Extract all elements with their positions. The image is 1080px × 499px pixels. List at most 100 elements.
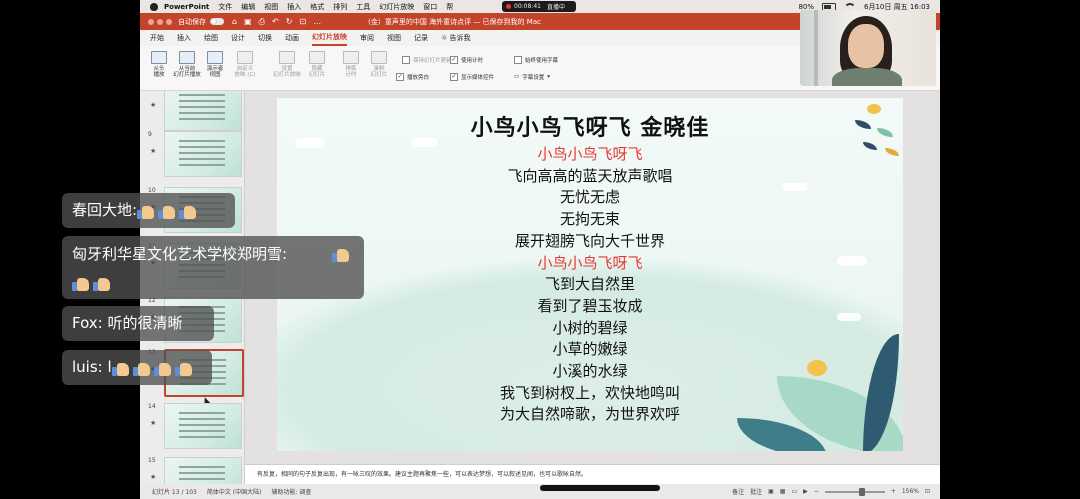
play-from-start-button[interactable]: 从头 播放 [144, 51, 174, 78]
thumbs-up-icon [153, 360, 172, 376]
tab-design[interactable]: 设计 [231, 31, 245, 45]
more-icon[interactable]: … [313, 17, 321, 26]
print-icon[interactable]: ⎙ [259, 17, 265, 27]
thumbnail-text-line [179, 94, 225, 96]
menu-app-name[interactable]: PowerPoint [164, 3, 209, 11]
slide-counter: 幻灯片 13 / 103 [152, 489, 197, 496]
menu-item[interactable]: 插入 [287, 2, 301, 12]
language-indicator[interactable]: 简体中文 (中国大陆) [207, 487, 262, 496]
record-icon [371, 51, 387, 64]
poem-line: 小树的碧绿 [552, 318, 628, 337]
custom-show-button[interactable]: 自定义 放映 (C) [230, 51, 260, 78]
normal-view-icon[interactable]: ▣ [768, 488, 774, 495]
tab-record[interactable]: 记录 [414, 31, 428, 45]
sorter-view-icon[interactable]: ▦ [780, 488, 786, 495]
reading-view-icon[interactable]: ▭ [791, 488, 797, 495]
chat-message: Fox: 听的很清晰 [62, 306, 214, 341]
zoom-level[interactable]: 156% [902, 488, 919, 495]
fit-window-icon[interactable]: ⊡ [925, 488, 930, 495]
menu-item[interactable]: 帮 [446, 2, 453, 12]
show-media-controls-checkbox[interactable]: ✓ 显示媒体控件 [450, 73, 494, 81]
setup-slideshow-button[interactable]: 设置 幻灯片放映 [272, 51, 302, 78]
recording-indicator[interactable]: 00:08:41 直播中 [502, 1, 576, 12]
menu-item[interactable]: 格式 [310, 2, 324, 12]
tab-home[interactable]: 开始 [150, 31, 164, 45]
rb-label: 排练 计时 [345, 66, 357, 78]
horizontal-scrollbar[interactable] [540, 485, 660, 491]
tab-insert[interactable]: 插入 [177, 31, 191, 45]
thumbnail-text-line [179, 118, 225, 120]
undo-icon[interactable]: ↶ [272, 17, 279, 26]
slideshow-icon[interactable]: ⊡ [299, 17, 306, 26]
play-narration-checkbox[interactable]: ✓ 播放旁白 [396, 73, 429, 81]
rb-label: 自定义 放映 (C) [234, 66, 256, 78]
zoom-in-icon[interactable]: + [891, 488, 896, 495]
tab-view[interactable]: 视图 [387, 31, 401, 45]
poem-line: 小草的嫩绿 [552, 340, 628, 359]
close-window-button[interactable] [148, 18, 154, 25]
slide-title: 小鸟小鸟飞呀飞 金晓佳 [470, 116, 710, 141]
chat-user: Fox: [72, 314, 103, 332]
menu-item[interactable]: 视图 [264, 2, 278, 12]
tab-animations[interactable]: 动画 [285, 31, 299, 45]
menu-item[interactable]: 排列 [333, 2, 347, 12]
autosave-toggle[interactable] [210, 18, 224, 25]
slide-thumbnail[interactable] [164, 131, 242, 177]
play-from-current-button[interactable]: 从当前 幻灯片播放 [172, 51, 202, 78]
rehearse-timings-button[interactable]: 排练 计时 [336, 51, 366, 78]
transition-star-icon: ★ [150, 419, 157, 427]
poem-line: 无拘无束 [559, 210, 620, 229]
save-icon[interactable]: ▣ [244, 17, 252, 26]
hide-slide-button[interactable]: 隐藏 幻灯片 [302, 51, 332, 78]
tab-slideshow[interactable]: 幻灯片放映 [312, 30, 347, 46]
slide-thumbnail[interactable] [164, 457, 242, 484]
slideshow-view-icon[interactable]: ▶ [803, 488, 808, 495]
comments-button[interactable]: 批注 [750, 487, 762, 496]
tab-tell-me[interactable]: ☼ 告诉我 [441, 31, 471, 45]
subtitle-settings-label: 字幕设置 [522, 75, 545, 81]
menu-item[interactable]: 工具 [356, 2, 370, 12]
zoom-window-button[interactable] [166, 18, 172, 25]
play-current-icon [179, 51, 195, 64]
menu-item[interactable]: 幻灯片放映 [379, 2, 414, 12]
tab-review[interactable]: 审阅 [360, 31, 374, 45]
chk-label: 显示媒体控件 [461, 75, 495, 81]
timer-icon [343, 51, 359, 64]
record-slideshow-button[interactable]: 录制 幻灯片 [364, 51, 394, 78]
rb-label: 设置 幻灯片放映 [273, 66, 301, 78]
current-slide[interactable]: 小鸟小鸟飞呀飞 金晓佳 小鸟小鸟飞呀飞 飞向高高的蓝天放声歌唱 无忧无虑 无拘无束 展开… [277, 98, 903, 451]
thumbs-up-icon [332, 246, 350, 262]
thumbnail-text-line [179, 472, 225, 474]
notes-button[interactable]: 备注 [732, 487, 744, 496]
use-timings-checkbox[interactable]: ✓ 使用计时 [450, 56, 483, 64]
always-subtitles-checkbox[interactable]: 始终使用字幕 [514, 56, 558, 64]
tab-transitions[interactable]: 切换 [258, 31, 272, 45]
slide-thumbnail[interactable] [164, 403, 242, 449]
subtitle-settings-dropdown[interactable]: ▭ 字幕设置 ▾ [514, 73, 550, 81]
keep-updated-checkbox[interactable]: 保持幻灯片更新 [402, 56, 452, 64]
transition-star-icon: ★ [150, 473, 157, 481]
menu-item[interactable]: 文件 [218, 2, 232, 12]
zoom-slider[interactable] [824, 487, 885, 496]
transition-star-icon: ★ [150, 147, 157, 155]
poem-line: 飞向高高的蓝天放声歌唱 [507, 166, 673, 185]
slide-thumbnail[interactable] [164, 91, 242, 131]
chevron-down-icon: ▾ [547, 74, 550, 80]
apple-icon[interactable] [150, 2, 158, 11]
redo-icon[interactable]: ↻ [286, 17, 293, 26]
menu-item[interactable]: 编辑 [241, 2, 255, 12]
home-icon[interactable]: ⌂ [232, 17, 237, 26]
minimize-window-button[interactable] [157, 18, 163, 25]
poem-line: 看到了碧玉妆成 [537, 296, 643, 315]
chk-label: 保持幻灯片更新 [413, 58, 452, 64]
rb-label: 隐藏 幻灯片 [308, 66, 326, 78]
menu-item[interactable]: 窗口 [423, 2, 437, 12]
zoom-out-icon[interactable]: − [814, 488, 819, 495]
thumbnail-number: 14 [148, 403, 156, 410]
chk-label: 始终使用字幕 [525, 58, 559, 64]
presenter-view-button[interactable]: 演示者 视图 [200, 51, 230, 78]
hide-slide-icon [309, 51, 325, 64]
accessibility-status[interactable]: 辅助功能: 调查 [271, 487, 311, 496]
speaker-notes[interactable]: 有反复，相同的句子反复出现，有一咏三叹的效果。建议主题再聚焦一些，可以表达梦想，… [245, 464, 940, 484]
tab-draw[interactable]: 绘图 [204, 31, 218, 45]
